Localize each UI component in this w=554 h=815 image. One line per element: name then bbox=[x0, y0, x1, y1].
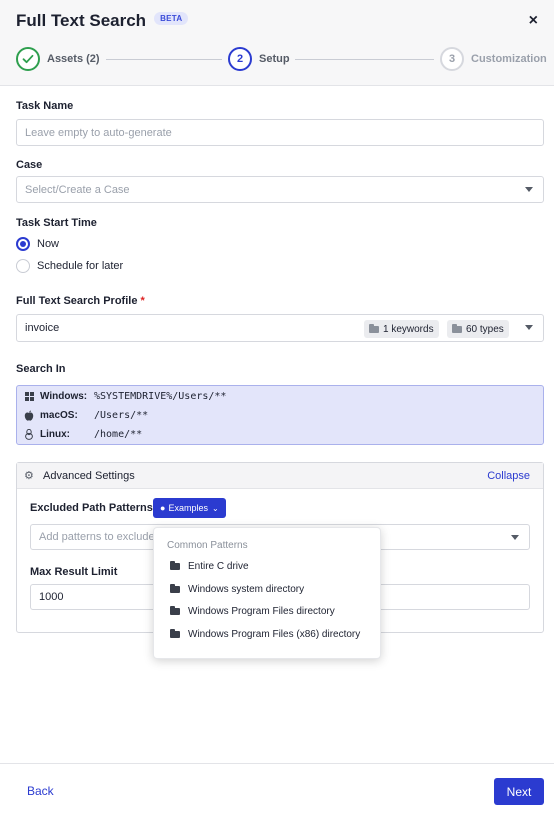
next-button[interactable]: Next bbox=[494, 778, 544, 805]
stepper: Assets (2) 2 Setup 3 Customization bbox=[16, 47, 547, 73]
task-name-label: Task Name bbox=[16, 100, 74, 112]
case-label: Case bbox=[16, 159, 43, 171]
start-time-label: Task Start Time bbox=[16, 217, 97, 229]
radio-now[interactable]: Now bbox=[16, 237, 59, 251]
chevron-down-icon bbox=[525, 325, 533, 330]
step-2-label[interactable]: Setup bbox=[259, 53, 290, 65]
keywords-tag-label: 1 keywords bbox=[383, 323, 434, 335]
linux-icon bbox=[24, 429, 34, 440]
case-placeholder: Select/Create a Case bbox=[25, 183, 130, 196]
folder-icon bbox=[170, 606, 180, 615]
dropdown-heading: Common Patterns bbox=[167, 540, 248, 551]
search-in-linux: Linux: /home/** bbox=[24, 429, 142, 440]
lightbulb-icon: ● bbox=[160, 503, 166, 513]
folder-icon bbox=[170, 629, 180, 638]
profile-value: invoice bbox=[25, 322, 60, 334]
windows-icon bbox=[24, 392, 34, 402]
examples-dropdown: Common Patterns Entire C drive Windows s… bbox=[153, 527, 381, 659]
title-row: Full Text Search BETA bbox=[16, 11, 189, 31]
apple-icon bbox=[24, 410, 34, 421]
max-result-label: Max Result Limit bbox=[30, 566, 118, 578]
chevron-down-icon: ⌄ bbox=[211, 503, 219, 513]
collapse-link[interactable]: Collapse bbox=[487, 470, 530, 482]
step-1-label[interactable]: Assets (2) bbox=[47, 53, 100, 65]
keywords-tag: 1 keywords bbox=[364, 320, 439, 338]
radio-schedule-later[interactable]: Schedule for later bbox=[16, 259, 123, 273]
step-connector-2 bbox=[295, 59, 434, 60]
pattern-item[interactable]: Entire C drive bbox=[170, 561, 249, 572]
dialog-header: Full Text Search BETA × Assets (2) 2 Set… bbox=[0, 0, 554, 86]
dialog-title: Full Text Search bbox=[16, 11, 147, 30]
step-2-number[interactable]: 2 bbox=[228, 47, 252, 71]
folder-icon bbox=[452, 323, 462, 333]
os-name: Windows: bbox=[40, 391, 88, 402]
examples-label: Examples bbox=[168, 503, 208, 513]
beta-badge: BETA bbox=[154, 11, 189, 25]
os-name: macOS: bbox=[40, 410, 78, 421]
search-in-windows: Windows: %SYSTEMDRIVE%/Users/** bbox=[24, 391, 226, 402]
pattern-item-label: Windows system directory bbox=[188, 584, 305, 595]
os-path: %SYSTEMDRIVE%/Users/** bbox=[94, 391, 227, 402]
pattern-item-label: Windows Program Files (x86) directory bbox=[188, 629, 361, 640]
chevron-down-icon bbox=[525, 187, 533, 192]
profile-select[interactable]: invoice 1 keywords 60 types bbox=[16, 314, 544, 342]
case-select[interactable]: Select/Create a Case bbox=[16, 176, 544, 203]
gear-icon: ⚙ bbox=[24, 470, 34, 482]
os-name: Linux: bbox=[40, 429, 70, 440]
search-in-label: Search In bbox=[16, 363, 66, 375]
step-connector-1 bbox=[106, 59, 222, 60]
close-icon[interactable]: × bbox=[529, 12, 538, 30]
pattern-item[interactable]: Windows Program Files directory bbox=[170, 606, 335, 617]
advanced-settings-title: Advanced Settings bbox=[43, 470, 135, 482]
radio-unselected-icon bbox=[16, 259, 30, 273]
required-mark: * bbox=[140, 295, 145, 307]
profile-label: Full Text Search Profile * bbox=[16, 295, 145, 307]
types-tag: 60 types bbox=[447, 320, 509, 338]
task-name-placeholder: Leave empty to auto-generate bbox=[25, 126, 172, 139]
os-path: /home/** bbox=[94, 429, 143, 440]
back-button[interactable]: Back bbox=[27, 784, 54, 798]
radio-schedule-label: Schedule for later bbox=[37, 260, 124, 272]
excluded-patterns-placeholder: Add patterns to exclude bbox=[39, 531, 155, 543]
types-tag-label: 60 types bbox=[466, 323, 504, 335]
step-3-label[interactable]: Customization bbox=[471, 53, 547, 65]
step-1-check-icon[interactable] bbox=[16, 47, 40, 71]
step-3-number[interactable]: 3 bbox=[440, 47, 464, 71]
examples-button[interactable]: ● Examples ⌄ bbox=[153, 498, 226, 518]
os-path: /Users/** bbox=[94, 410, 149, 421]
advanced-settings-header: ⚙ Advanced Settings Collapse bbox=[17, 463, 543, 489]
search-in-macos: macOS: /Users/** bbox=[24, 410, 148, 421]
search-in-box: Windows: %SYSTEMDRIVE%/Users/** macOS: /… bbox=[16, 385, 544, 445]
radio-now-label: Now bbox=[37, 238, 60, 250]
folder-icon bbox=[170, 584, 180, 593]
pattern-item-label: Windows Program Files directory bbox=[188, 606, 335, 617]
excluded-patterns-label: Excluded Path Patterns bbox=[30, 502, 153, 514]
task-name-input[interactable]: Leave empty to auto-generate bbox=[16, 119, 544, 146]
dialog-footer: Back Next bbox=[0, 763, 554, 815]
folder-icon bbox=[170, 561, 180, 570]
chevron-down-icon bbox=[511, 535, 519, 540]
pattern-item[interactable]: Windows system directory bbox=[170, 584, 304, 595]
folder-icon bbox=[369, 323, 379, 333]
pattern-item[interactable]: Windows Program Files (x86) directory bbox=[170, 629, 360, 640]
radio-selected-icon bbox=[16, 237, 30, 251]
profile-label-text: Full Text Search Profile bbox=[16, 295, 138, 307]
max-result-value: 1000 bbox=[39, 591, 64, 603]
pattern-item-label: Entire C drive bbox=[188, 561, 249, 572]
